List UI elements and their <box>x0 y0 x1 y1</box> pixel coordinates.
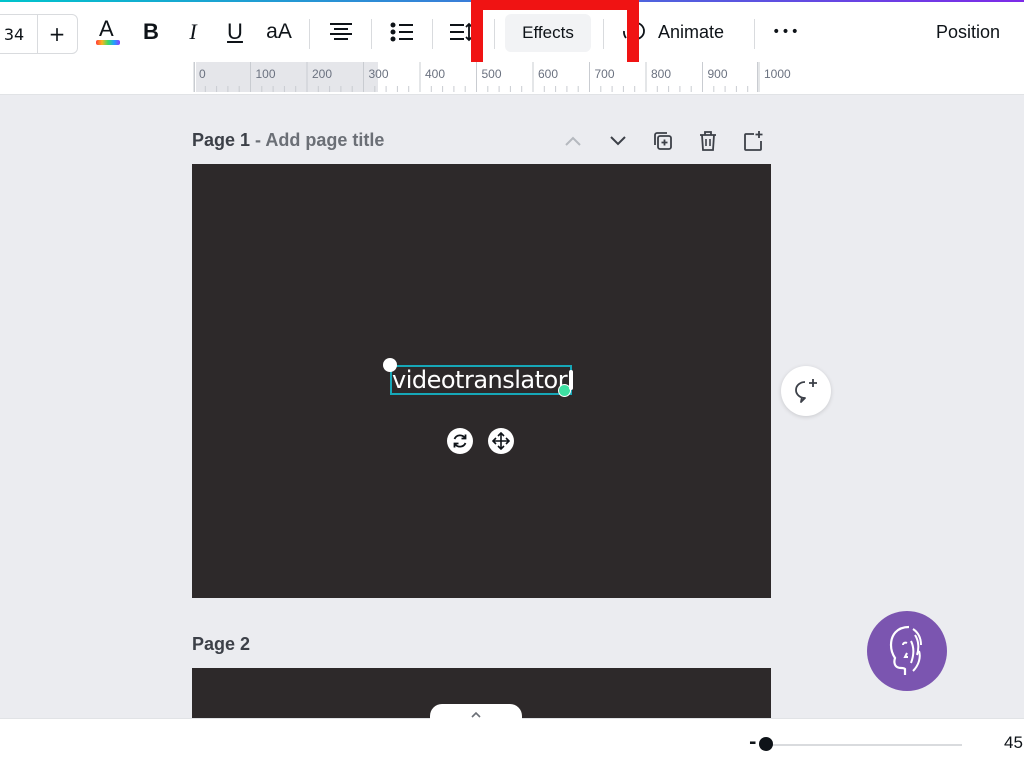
ruler-tick-label: 400 <box>425 67 446 81</box>
more-options-button[interactable]: ••• <box>768 2 804 62</box>
chevron-up-icon <box>565 136 581 146</box>
ruler-tick-label: 900 <box>707 67 728 81</box>
ruler-tick-label: 1000 <box>764 67 791 81</box>
add-page-icon <box>744 131 763 151</box>
ruler-tick-label: 500 <box>481 67 502 81</box>
ruler-tick-marks <box>193 62 760 92</box>
align-center-button[interactable] <box>324 2 358 62</box>
chevron-down-icon <box>610 136 626 146</box>
color-rainbow-bar <box>96 40 120 45</box>
selected-text-element[interactable]: videotranslator <box>390 365 572 395</box>
ruler-tick-label: 0 <box>199 67 206 81</box>
page-1-header[interactable]: Page 1 - Add page title <box>192 130 384 151</box>
toolbar-divider <box>371 19 372 49</box>
toolbar-divider <box>309 19 310 49</box>
ruler-tick-label: 200 <box>312 67 333 81</box>
move-page-up-button[interactable] <box>560 128 586 154</box>
delete-page-button[interactable] <box>695 128 721 154</box>
text-color-icon: A <box>94 14 122 50</box>
trash-icon <box>700 131 716 151</box>
move-page-down-button[interactable] <box>605 128 631 154</box>
page-2-header[interactable]: Page 2 <box>192 634 250 655</box>
editor-toolbar: 34 + A B I U aA Effects Animate ••• Posi… <box>0 0 1024 78</box>
comment-add-icon <box>795 379 817 403</box>
font-size-increase-button[interactable]: + <box>38 15 76 53</box>
align-center-icon <box>330 23 352 40</box>
zoom-slider-thumb[interactable] <box>759 737 773 751</box>
toolbar-divider <box>754 19 755 49</box>
zoom-out-button[interactable]: - <box>749 732 756 753</box>
position-button[interactable]: Position <box>922 2 1014 62</box>
toolbar-divider <box>432 19 433 49</box>
move-icon <box>492 432 510 450</box>
ruler-tick-label: 300 <box>368 67 389 81</box>
ruler-tick-label: 100 <box>255 67 276 81</box>
assistant-button[interactable] <box>867 611 947 691</box>
page-2-number: Page 2 <box>192 634 251 654</box>
position-label: Position <box>935 21 1001 42</box>
text-color-glyph: A <box>99 16 114 41</box>
letter-case-button[interactable]: aA <box>260 2 298 62</box>
text-element-content[interactable]: videotranslator <box>392 367 572 393</box>
add-page-button[interactable] <box>740 128 766 154</box>
bullet-list-icon <box>390 22 413 42</box>
horizontal-ruler: 0 100 200 300 400 500 600 700 800 900 1000 <box>0 62 1024 95</box>
ruler-tick-label: 800 <box>651 67 672 81</box>
chevron-up-icon <box>471 711 481 718</box>
move-button[interactable] <box>488 428 514 454</box>
ruler-tick-label: 700 <box>594 67 615 81</box>
text-color-button[interactable]: A <box>90 2 126 62</box>
page-navigator-toggle[interactable] <box>430 704 522 724</box>
bold-button[interactable]: B <box>136 2 166 62</box>
rotate-button[interactable] <box>447 428 473 454</box>
page-title-placeholder[interactable]: - Add page title <box>250 130 384 150</box>
text-caret <box>569 370 573 390</box>
ruler-tick-label: 600 <box>538 67 559 81</box>
font-size-stepper[interactable]: 34 + <box>0 14 78 54</box>
ai-face-icon <box>889 625 922 675</box>
underline-button[interactable]: U <box>220 2 250 62</box>
add-comment-button[interactable] <box>781 366 831 416</box>
zoom-slider-track[interactable] <box>766 744 962 746</box>
italic-button[interactable]: I <box>178 2 208 62</box>
font-size-input[interactable]: 34 <box>0 15 33 53</box>
zoom-percentage[interactable]: 45 <box>1004 733 1023 753</box>
page-1-number: Page 1 <box>192 130 251 150</box>
animate-label: Animate <box>658 21 725 42</box>
bullet-list-button[interactable] <box>386 2 418 62</box>
rotate-icon <box>453 434 467 448</box>
resize-handle[interactable] <box>383 358 397 372</box>
duplicate-page-button[interactable] <box>650 128 676 154</box>
duplicate-icon <box>654 132 672 150</box>
